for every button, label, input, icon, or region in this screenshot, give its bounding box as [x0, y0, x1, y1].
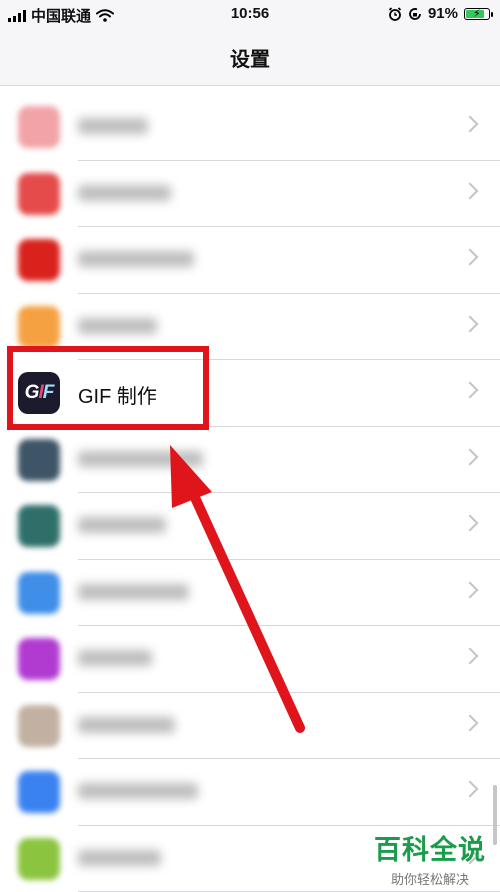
- watermark-title: 百科全说: [374, 828, 486, 867]
- status-right: 91% ⚡: [388, 5, 490, 22]
- app-icon-blurred: [18, 572, 60, 614]
- scrollbar[interactable]: [493, 785, 497, 845]
- chevron-right-icon: [462, 448, 479, 465]
- list-item[interactable]: [0, 693, 500, 760]
- list-item-label: [78, 114, 148, 140]
- chevron-right-icon: [462, 315, 479, 332]
- battery-icon: ⚡: [464, 8, 490, 20]
- page-title: 设置: [0, 43, 500, 72]
- chevron-right-icon: [462, 249, 479, 266]
- watermark: 百科全说 助你轻松解决: [374, 828, 486, 888]
- app-icon-blurred: [18, 505, 60, 547]
- chevron-right-icon: [462, 714, 479, 731]
- blurred-text: [78, 318, 157, 334]
- list-item-label: [78, 513, 166, 539]
- blurred-text: [78, 118, 148, 134]
- app-icon-blurred: [18, 306, 60, 348]
- list-item-label: [78, 846, 161, 872]
- app-icon-blurred: [18, 239, 60, 281]
- battery-percent: 91%: [428, 5, 458, 22]
- list-item[interactable]: [0, 161, 500, 228]
- chevron-right-icon: [462, 781, 479, 798]
- app-icon-blurred: [18, 106, 60, 148]
- app-icon-blurred: [18, 705, 60, 747]
- list-item[interactable]: [0, 493, 500, 560]
- app-icon-blurred: [18, 638, 60, 680]
- blurred-text: [78, 717, 175, 733]
- chevron-right-icon: [462, 182, 479, 199]
- rotation-lock-icon: [408, 7, 422, 21]
- list-item[interactable]: [0, 427, 500, 494]
- status-bar: 中国联通 10:56 91% ⚡: [0, 0, 500, 30]
- chevron-right-icon: [462, 515, 479, 532]
- blurred-text: [78, 451, 203, 467]
- charging-bolt-icon: ⚡: [473, 7, 481, 20]
- app-icon-blurred: [18, 771, 60, 813]
- blurred-text: [78, 783, 198, 799]
- list-item-label: [78, 646, 152, 672]
- watermark-subtitle: 助你轻松解决: [374, 869, 486, 888]
- app-icon-blurred: [18, 439, 60, 481]
- settings-app-list: GIFGIF 制作: [0, 94, 500, 892]
- blurred-text: [78, 850, 161, 866]
- chevron-right-icon: [462, 581, 479, 598]
- list-item[interactable]: [0, 560, 500, 627]
- list-item-label: [78, 314, 157, 340]
- chevron-right-icon: [462, 116, 479, 133]
- list-item[interactable]: [0, 227, 500, 294]
- list-item[interactable]: [0, 94, 500, 161]
- list-item-label: [78, 247, 194, 273]
- blurred-text: [78, 185, 171, 201]
- highlight-box: [7, 346, 209, 430]
- list-item[interactable]: [0, 759, 500, 826]
- blurred-text: [78, 650, 152, 666]
- app-icon-blurred: [18, 173, 60, 215]
- chevron-right-icon: [462, 382, 479, 399]
- alarm-icon: [388, 7, 402, 21]
- blurred-text: [78, 584, 189, 600]
- list-item[interactable]: [0, 626, 500, 693]
- list-item-label: [78, 580, 189, 606]
- list-item-label: [78, 713, 175, 739]
- chevron-right-icon: [462, 648, 479, 665]
- list-item-label: [78, 181, 171, 207]
- list-item-label: [78, 779, 198, 805]
- blurred-text: [78, 517, 166, 533]
- list-item-label: [78, 447, 203, 473]
- nav-bar: 设置: [0, 30, 500, 86]
- blurred-text: [78, 251, 194, 267]
- app-icon-blurred: [18, 838, 60, 880]
